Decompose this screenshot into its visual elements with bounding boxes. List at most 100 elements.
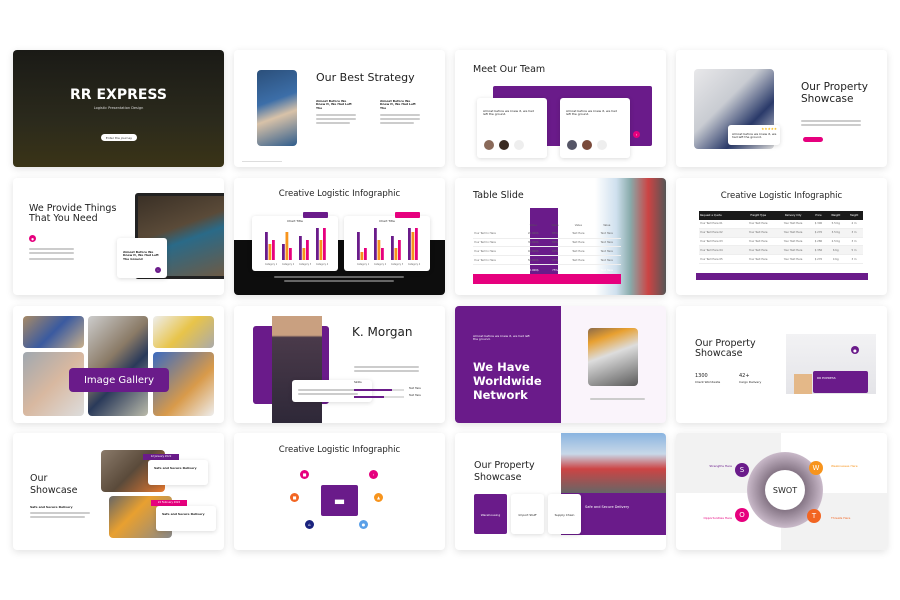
category-label: Category 1 [265, 263, 278, 266]
slide-k-morgan[interactable]: K. Morgan Skills Text Here Text Here [234, 306, 445, 423]
table-cell: 3 m [845, 237, 863, 247]
slide-worldwide-network[interactable]: Almost before we knew it, we had left th… [455, 306, 666, 423]
slide-meet-our-team[interactable]: Meet Our Team Almost before we knew it, … [455, 50, 666, 167]
slide-our-showcase[interactable]: Our Showcase Safe and Secure Delivery 12… [13, 433, 224, 550]
table: Request a Quote Freight Type Delivery City… [699, 211, 863, 264]
quote-text: Almost before we knew it, we had left th… [732, 132, 777, 140]
cover-title: RR EXPRESS [70, 87, 167, 103]
quote-table: Request a Quote Freight Type Delivery City… [699, 211, 863, 264]
cover-button[interactable]: Enter the journey [101, 134, 137, 141]
slide-best-strategy[interactable]: Our Best Strategy Almost Before We Knew … [234, 50, 445, 167]
read-more-button[interactable] [803, 137, 823, 142]
slide-property-showcase-3[interactable]: Our Property Showcase Safe and Secure De… [455, 433, 666, 550]
chart-bar [319, 240, 323, 260]
team-card-text: Almost before we knew it, we had left th… [566, 109, 617, 117]
card-title: Safe and Secure Delivery [154, 466, 197, 470]
subtitle: Safe and Secure Delivery [30, 505, 73, 509]
slide-table[interactable]: Table Slide Value Value Value Value Your Tex… [455, 178, 666, 295]
table-cell: Text Here [564, 246, 593, 257]
slide-title: Our Property Showcase [474, 460, 535, 484]
table-cell: 6 Kg [826, 245, 846, 256]
chart-bar [374, 228, 377, 260]
chart-bar [323, 228, 326, 260]
chart-bar [268, 244, 272, 260]
slide-infographic-table[interactable]: Creative Logistic Infographic Request a … [676, 178, 887, 295]
slide-property-showcase-2[interactable]: Our Property Showcase 1300 Client Worldw… [676, 306, 887, 423]
slide-title: Meet Our Team [473, 64, 546, 75]
arrow-icon[interactable]: › [155, 267, 161, 273]
table-row: Your Text Here 04 Your Text Here Your Text… [699, 245, 863, 256]
table-cell: $ 300 [810, 220, 827, 229]
category-label: Category 2 [374, 263, 387, 266]
category-label: Category 3 [391, 263, 404, 266]
intro-text: Almost before we knew it, we had left th… [473, 334, 530, 342]
team-card-text: Almost before we knew it, we had left th… [483, 109, 534, 117]
chart-title: Chart Title [287, 219, 303, 223]
slide-rr-express-cover[interactable]: RR EXPRESS Logistic Presentation Design … [13, 50, 224, 167]
table-cell: 80% [545, 238, 565, 248]
feature-box-1[interactable]: Warehousing [474, 494, 507, 534]
rating-stars: ★★★★★ [761, 127, 777, 131]
table-cell: Your Text Here [775, 237, 811, 247]
table-cell: Text Here [600, 268, 613, 272]
table-cell: $ 350 [810, 245, 827, 256]
table-cell: Text Here [564, 229, 593, 239]
slide-title: Creative Logistic Infographic [720, 191, 843, 201]
table-cell: 40.000$ [527, 268, 539, 272]
bar-chart-2: Category 1 Category 2 Category 3 Category 4 [357, 228, 421, 266]
gallery-title: Image Gallery [69, 368, 169, 392]
slide-title: Our Property Showcase [695, 338, 756, 360]
table-cell: 3.5 Kg [826, 228, 846, 238]
category-label: Category 4 [316, 263, 329, 266]
category-label: Category 4 [408, 263, 421, 266]
table-cell: Value [529, 224, 537, 228]
table-cell: Your Text Here [740, 237, 776, 247]
next-arrow-icon[interactable]: › [633, 131, 640, 138]
column-heading-1: Almost Before We Knew It, We Had Left Th… [316, 99, 352, 110]
table-row: Your Text Here 02 Your Text Here Your Text… [699, 228, 863, 238]
table-cell: TOTAL [474, 268, 483, 272]
table-cell: Your Text Here [775, 254, 811, 264]
avatar [567, 140, 577, 150]
feature-box-2[interactable]: Import Stuff [511, 494, 544, 534]
slide-title: Creative Logistic Infographic [278, 445, 401, 455]
slide-title: Our Showcase [30, 473, 78, 497]
slide-title: We Have Worldwide Network [473, 360, 542, 402]
slide-infographic-hub[interactable]: Creative Logistic Infographic ▬ ■ › ■ ▲ … [234, 433, 445, 550]
badge-icon: ● [29, 235, 36, 242]
strengths-badge: S [735, 463, 749, 477]
chart-card-2: Chart Title Category 1 Category 2 Category… [344, 212, 430, 271]
slide-title: Table Slide [473, 190, 524, 201]
swot-label: Weaknesses Here [831, 464, 858, 468]
swot-label: Opportunities Here [703, 516, 732, 520]
swot-center: SWOT [765, 470, 805, 510]
table-cell: 75% [552, 268, 558, 272]
table-cell: 30.000$ [520, 238, 546, 248]
avatar [484, 140, 494, 150]
threats-badge: T [807, 509, 821, 523]
slide-infographic-charts[interactable]: Creative Logistic Infographic Chart Titl… [234, 178, 445, 295]
table: Value Value Value Value Your Text In Here 20.… [473, 222, 621, 274]
table-cell: Your Text Here [775, 220, 811, 229]
slide-swot[interactable]: SWOT S W O T Strengths Here Weaknesses H… [676, 433, 887, 550]
table-cell: 40.000$ [520, 246, 546, 257]
slide-we-provide-things[interactable]: We Provide Things That You Need ● Almost… [13, 178, 224, 295]
table-cell: Your Text In Here [473, 238, 521, 248]
slide-title: Our Property Showcase [801, 81, 869, 105]
chart-bar [316, 228, 319, 260]
delivery-truck: RR EXPRESS [813, 371, 868, 393]
table-cell: 3 m [845, 228, 863, 238]
stat-label-1: Client Worldwide [695, 380, 721, 384]
table-row: Your Text In Here 30.000$ 80% Text Here Text… [473, 238, 621, 248]
table-cell: Your Text Here 01 [699, 220, 741, 229]
table-cell: Text Here [592, 255, 621, 265]
slide-image-gallery[interactable]: Image Gallery [13, 306, 224, 423]
truck-label: RR EXPRESS [817, 376, 836, 380]
table-cell [473, 222, 521, 230]
table-cell: Request a Quote [699, 211, 741, 220]
bar-chart-1: Category 1 Category 2 Category 3 Category 4 [265, 228, 329, 266]
feature-label: Supply Chain [554, 513, 575, 517]
feature-box-3[interactable]: Supply Chain [548, 494, 581, 534]
chart-bar [360, 252, 364, 260]
slide-property-showcase-1[interactable]: ★★★★★ Almost before we knew it, we had l… [676, 50, 887, 167]
